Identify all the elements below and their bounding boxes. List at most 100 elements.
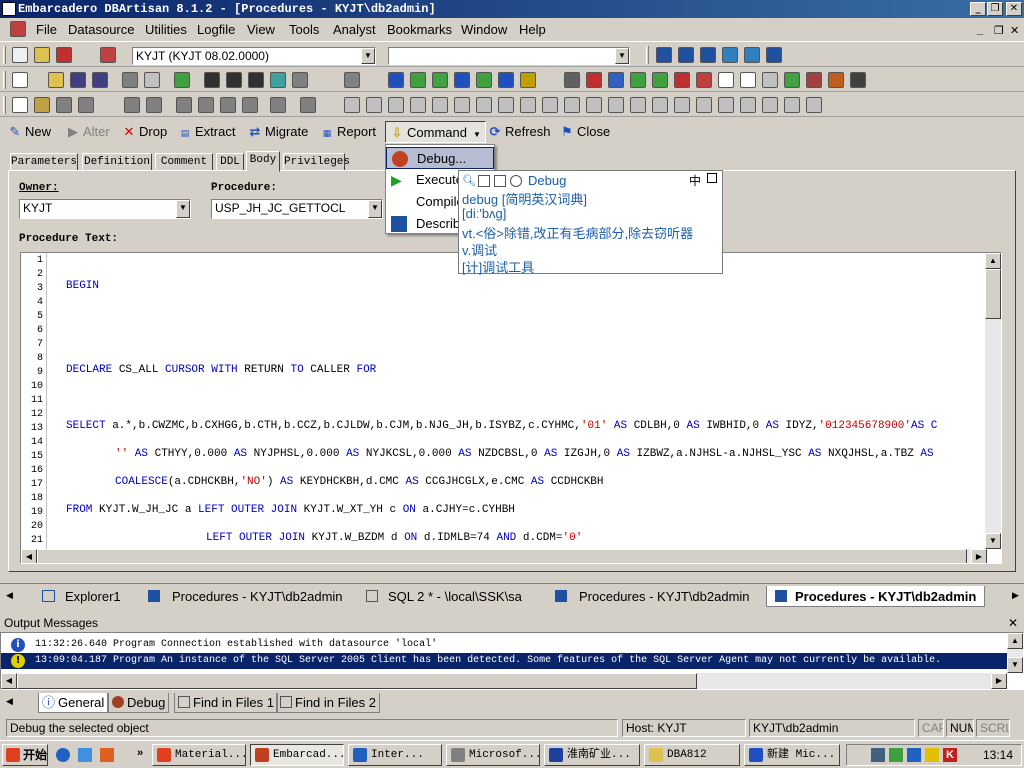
extract-icon[interactable] bbox=[344, 72, 360, 88]
brace-icon[interactable] bbox=[630, 97, 646, 113]
schedule-icon[interactable] bbox=[630, 72, 646, 88]
output-row[interactable]: i 11:32:26.640 Program Connection establ… bbox=[1, 637, 1007, 653]
pin-icon[interactable] bbox=[707, 173, 717, 183]
start-button[interactable]: 开始 bbox=[2, 744, 48, 766]
mdi-restore-button[interactable]: ❐ bbox=[994, 24, 1004, 37]
download-icon[interactable] bbox=[784, 72, 800, 88]
scroll-up-icon[interactable]: ▲ bbox=[985, 253, 1001, 269]
redo-icon[interactable] bbox=[366, 97, 382, 113]
migrate-button[interactable]: ⇄ Migrate bbox=[248, 124, 309, 140]
cross-tools-icon[interactable] bbox=[828, 72, 844, 88]
wizard-icon[interactable] bbox=[608, 72, 624, 88]
schema-icon[interactable] bbox=[174, 72, 190, 88]
menu-bookmarks[interactable]: Bookmarks bbox=[387, 22, 452, 37]
scroll-down-icon[interactable]: ▼ bbox=[1007, 657, 1023, 673]
menu-utilities[interactable]: Utilities bbox=[145, 22, 187, 37]
connect-icon[interactable] bbox=[34, 47, 50, 63]
tray-icon[interactable] bbox=[925, 748, 939, 762]
layers-icon[interactable] bbox=[198, 97, 214, 113]
whitespace-icon[interactable] bbox=[740, 97, 756, 113]
close-window-button[interactable]: ✕ bbox=[1006, 2, 1022, 16]
task-huainan[interactable]: 淮南矿业... bbox=[544, 744, 640, 766]
tab-icon[interactable] bbox=[718, 97, 734, 113]
man-icon[interactable] bbox=[850, 72, 866, 88]
output-hscrollbar[interactable]: ◀ ▶ bbox=[1, 673, 1007, 689]
stop-icon[interactable] bbox=[242, 97, 258, 113]
save-icon[interactable] bbox=[70, 72, 86, 88]
disconnect-icon[interactable] bbox=[56, 47, 72, 63]
scroll-left-icon[interactable]: ◀ bbox=[1, 673, 17, 689]
owner-select[interactable]: KYJT ▼ bbox=[19, 199, 191, 219]
task-new-doc[interactable]: 新建 Mic... bbox=[744, 744, 840, 766]
indent-icon[interactable] bbox=[542, 97, 558, 113]
web-icon[interactable] bbox=[510, 175, 522, 187]
save-as-icon[interactable] bbox=[78, 97, 94, 113]
doctab-procedures-1[interactable]: Procedures - KYJT\db2admin bbox=[148, 586, 343, 607]
key-icon[interactable] bbox=[520, 72, 536, 88]
chevron-down-icon[interactable]: ▼ bbox=[361, 48, 375, 64]
paste-icon[interactable] bbox=[432, 97, 448, 113]
doctab-procedures-2[interactable]: Procedures - KYJT\db2admin bbox=[555, 586, 750, 607]
alter-button[interactable]: ▶ Alter bbox=[66, 124, 110, 140]
task-material[interactable]: Material... bbox=[152, 744, 246, 766]
doctab-explorer1[interactable]: Explorer1 bbox=[42, 586, 121, 607]
props-icon[interactable] bbox=[762, 72, 778, 88]
media-icon[interactable] bbox=[100, 748, 114, 762]
task-internet[interactable]: Inter... bbox=[348, 744, 442, 766]
chevron-down-icon[interactable]: ▼ bbox=[368, 200, 382, 218]
wrap-icon[interactable] bbox=[696, 97, 712, 113]
prev-window-icon[interactable] bbox=[744, 47, 760, 63]
tab-body[interactable]: Body bbox=[246, 151, 280, 172]
undo-icon[interactable] bbox=[344, 97, 360, 113]
close-x-icon[interactable] bbox=[270, 97, 286, 113]
database-select[interactable]: ▼ bbox=[388, 47, 630, 65]
pause-icon[interactable] bbox=[220, 97, 236, 113]
scroll-right-icon[interactable]: ▶ bbox=[991, 673, 1007, 689]
restore-button[interactable]: ❐ bbox=[987, 2, 1003, 16]
chevron-down-icon[interactable]: ▼ bbox=[615, 48, 629, 64]
doc-icon[interactable] bbox=[718, 72, 734, 88]
line-icon[interactable] bbox=[762, 97, 778, 113]
sql-window-icon[interactable] bbox=[204, 72, 220, 88]
tab-comment[interactable]: Comment bbox=[155, 153, 213, 171]
refresh-button[interactable]: ⟳ Refresh bbox=[488, 124, 551, 140]
procedure-select[interactable]: USP_JH_JC_GETTOCL ▼ bbox=[211, 199, 383, 219]
scroll-thumb[interactable] bbox=[985, 269, 1001, 319]
output-row[interactable]: ! 13:09:04.187 Program An instance of th… bbox=[1, 653, 1007, 669]
doctab-sql2[interactable]: SQL 2 * - \local\SSK\sa bbox=[366, 586, 522, 607]
menu-file[interactable]: File bbox=[36, 22, 57, 37]
clock-icon[interactable] bbox=[674, 72, 690, 88]
task-microsoft[interactable]: Microsof... bbox=[446, 744, 540, 766]
cut-icon[interactable] bbox=[388, 97, 404, 113]
menu-datasource[interactable]: Datasource bbox=[68, 22, 134, 37]
doc2-icon[interactable] bbox=[740, 72, 756, 88]
scroll-right-icon[interactable]: ▶ bbox=[971, 549, 987, 563]
perf-icon[interactable] bbox=[498, 72, 514, 88]
open-folder-icon[interactable] bbox=[48, 72, 64, 88]
magnifier-icon[interactable]: 🔍︎ bbox=[462, 174, 476, 187]
scroll-right-icon[interactable]: ▶ bbox=[1012, 590, 1019, 601]
mdi-close-button[interactable]: ✕ bbox=[1010, 24, 1019, 37]
books-icon[interactable] bbox=[176, 97, 192, 113]
editor-hscrollbar[interactable]: ◀ ▶ bbox=[21, 549, 987, 563]
new-button[interactable]: ✎ New bbox=[8, 124, 51, 140]
open-icon[interactable] bbox=[34, 97, 50, 113]
hammer-icon[interactable] bbox=[564, 72, 580, 88]
goto-icon[interactable] bbox=[498, 97, 514, 113]
tray-icon[interactable] bbox=[889, 748, 903, 762]
execute-icon[interactable] bbox=[124, 97, 140, 113]
tab-privileges[interactable]: Privileges bbox=[283, 153, 350, 171]
minimize-button[interactable]: _ bbox=[970, 2, 986, 16]
tools-icon[interactable] bbox=[586, 72, 602, 88]
tile-vertical-icon[interactable] bbox=[700, 47, 716, 63]
scroll-down-icon[interactable]: ▼ bbox=[985, 533, 1001, 549]
output-vscrollbar[interactable]: ▲ ▼ bbox=[1007, 633, 1023, 673]
doctab-procedures-3[interactable]: Procedures - KYJT\db2admin bbox=[766, 586, 986, 607]
chevron-down-icon[interactable]: ▼ bbox=[176, 200, 190, 218]
tab-parameters[interactable]: Parameters bbox=[10, 153, 78, 171]
sessions-icon[interactable] bbox=[432, 72, 448, 88]
tab-find-in-files-1[interactable]: Find in Files 1 bbox=[174, 693, 278, 713]
copy-icon[interactable] bbox=[478, 175, 490, 187]
menu-analyst[interactable]: Analyst bbox=[333, 22, 376, 37]
close-icon[interactable]: ✕ bbox=[1008, 614, 1018, 632]
